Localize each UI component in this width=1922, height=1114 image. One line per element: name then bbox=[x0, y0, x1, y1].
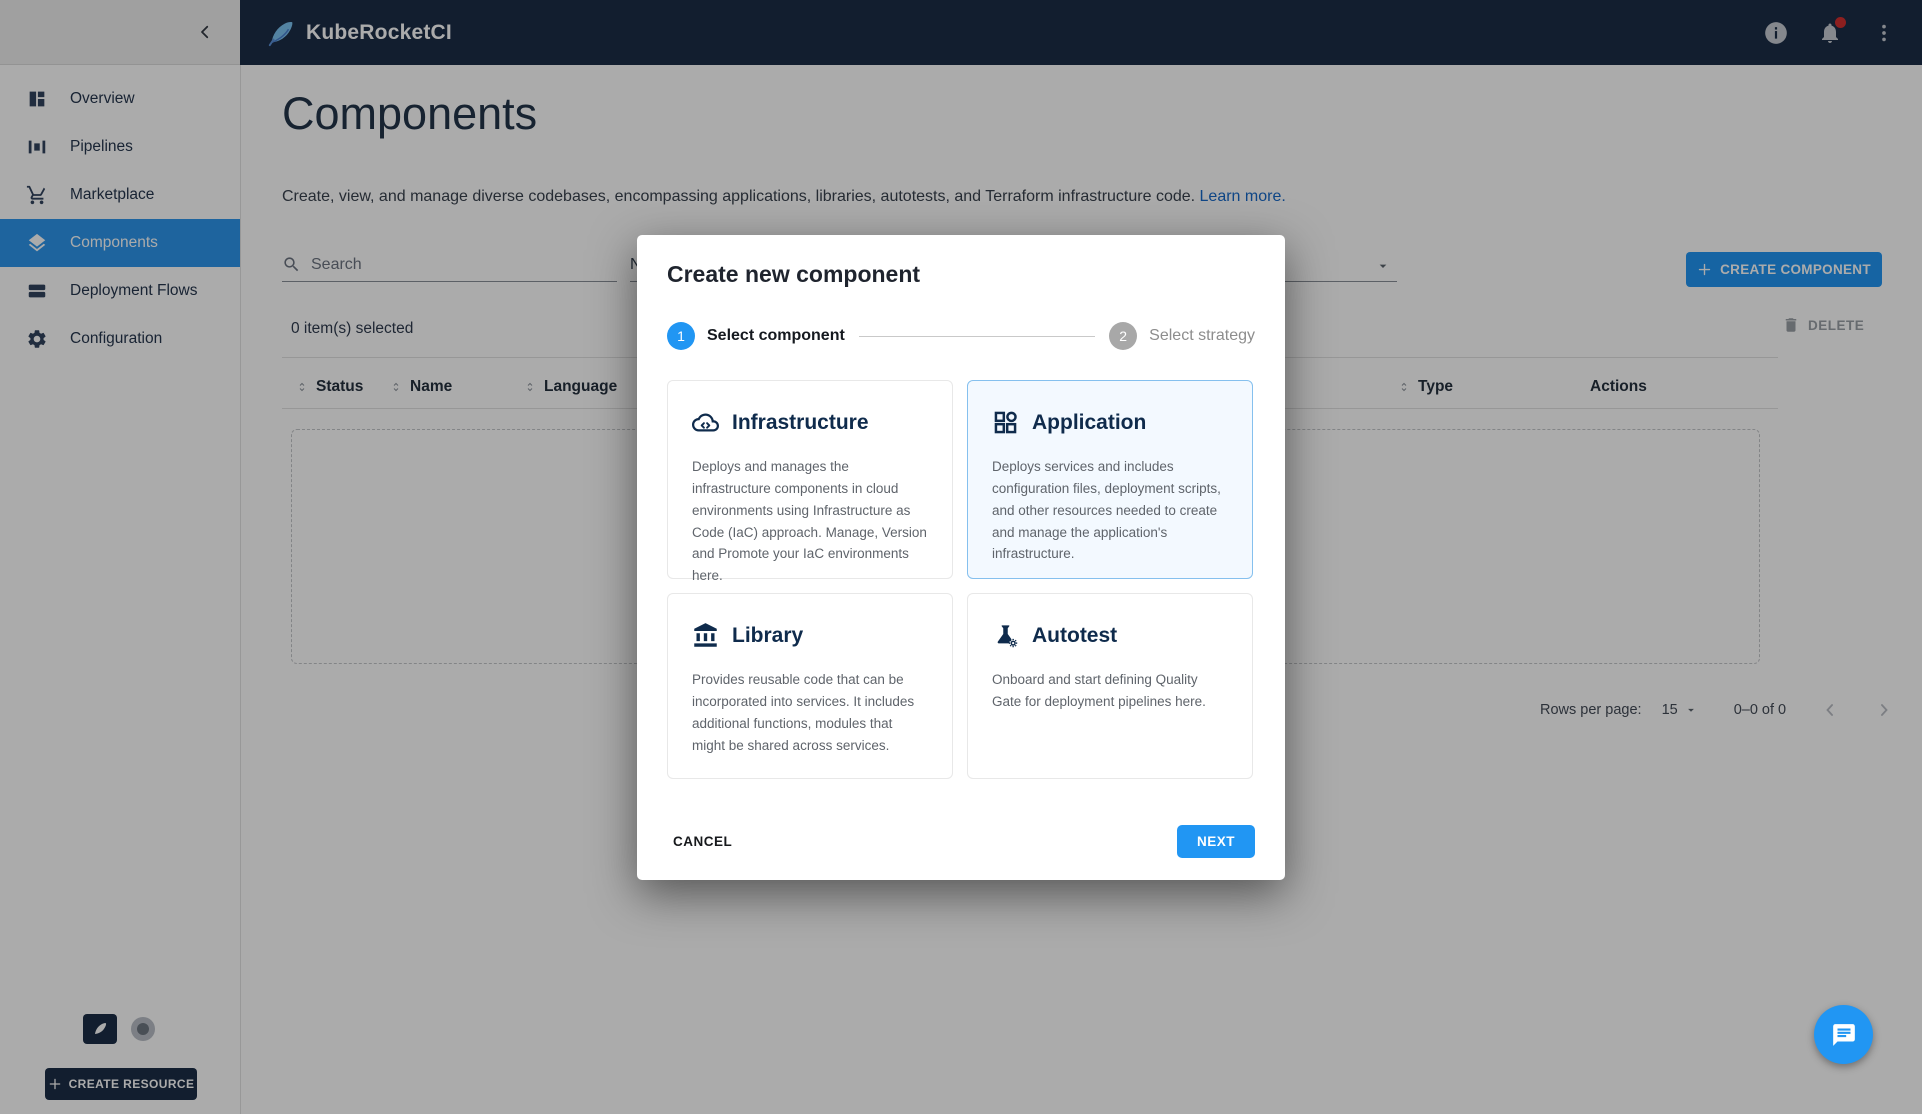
dialog-title: Create new component bbox=[667, 261, 921, 287]
chat-icon bbox=[1832, 1023, 1855, 1046]
step-2-label: Select strategy bbox=[1149, 327, 1255, 344]
cancel-button[interactable]: CANCEL bbox=[667, 826, 738, 857]
card-infrastructure[interactable]: Infrastructure Deploys and manages the i… bbox=[667, 380, 953, 583]
card-description: Deploys services and includes configurat… bbox=[992, 459, 1221, 562]
card-description: Onboard and start defining Quality Gate … bbox=[992, 672, 1206, 709]
card-autotest[interactable]: Autotest Onboard and start defining Qual… bbox=[967, 593, 1253, 779]
stepper: 1 Select component 2 Select strategy bbox=[667, 322, 1255, 350]
card-header: Application bbox=[992, 409, 1228, 436]
card-title: Infrastructure bbox=[732, 410, 869, 434]
card-header: Library bbox=[692, 622, 928, 649]
card-library[interactable]: Library Provides reusable code that can … bbox=[667, 593, 953, 779]
app-window: Overview Pipelines Marketplace Component… bbox=[0, 0, 1922, 1114]
card-description: Deploys and manages the infrastructure c… bbox=[692, 459, 927, 584]
step-1-circle: 1 bbox=[667, 322, 695, 350]
card-application[interactable]: Application Deploys services and include… bbox=[967, 380, 1253, 579]
bank-icon bbox=[692, 622, 719, 649]
flask-gear-icon bbox=[992, 622, 1019, 649]
step-1-label: Select component bbox=[707, 327, 845, 344]
card-title: Autotest bbox=[1032, 623, 1118, 647]
step-2-circle: 2 bbox=[1109, 322, 1138, 350]
card-description: Provides reusable code that can be incor… bbox=[692, 672, 915, 753]
card-title: Application bbox=[1032, 410, 1147, 434]
next-button[interactable]: NEXT bbox=[1176, 825, 1255, 858]
cloud-code-icon bbox=[692, 409, 719, 436]
card-header: Infrastructure bbox=[692, 409, 928, 436]
card-header: Autotest bbox=[992, 622, 1228, 649]
card-title: Library bbox=[732, 623, 804, 647]
app-grid-icon bbox=[992, 409, 1019, 436]
create-component-dialog: Create new component 1 Select component … bbox=[637, 235, 1285, 880]
dialog-footer: CANCEL NEXT bbox=[667, 825, 1255, 858]
component-type-cards: Infrastructure Deploys and manages the i… bbox=[667, 380, 1255, 779]
stepper-connector bbox=[858, 335, 1096, 337]
chat-fab-button[interactable] bbox=[1814, 1005, 1873, 1064]
